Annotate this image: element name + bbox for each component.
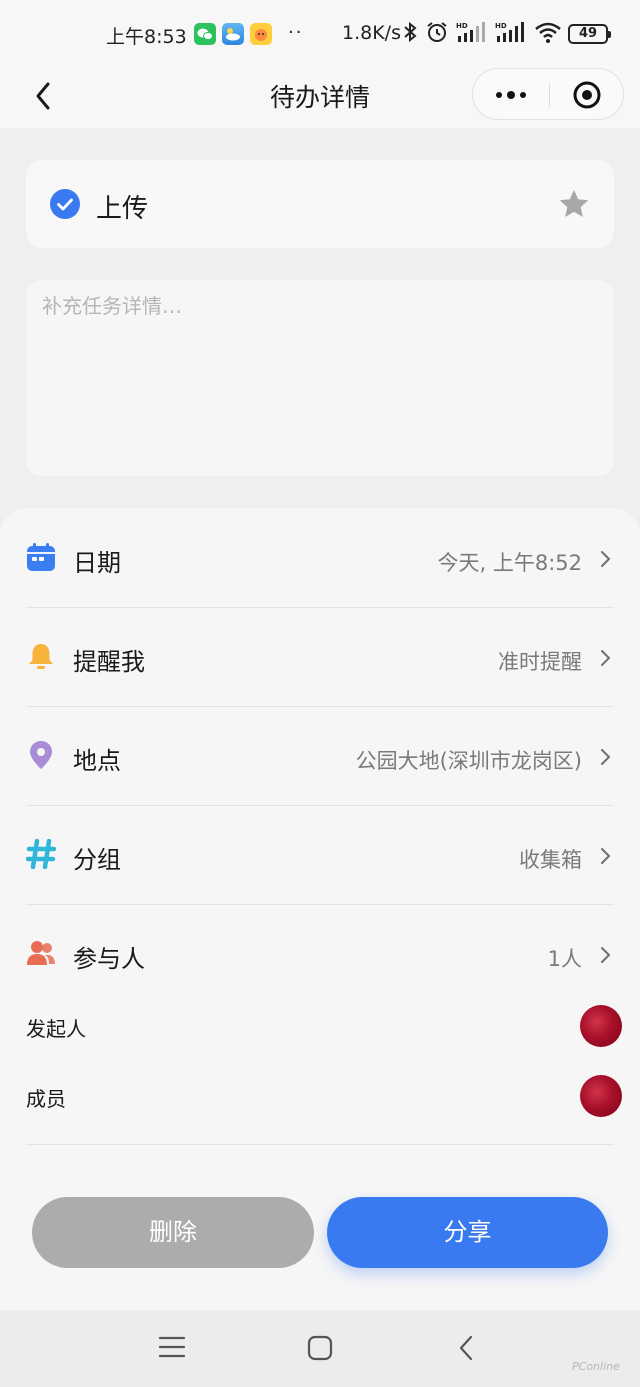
- group-row[interactable]: 分组 收集箱: [26, 806, 614, 905]
- watermark: PConline: [572, 1360, 620, 1373]
- signal-hd-icon: HD: [456, 22, 485, 42]
- check-circle-icon: [50, 189, 80, 219]
- initiator-label: 发起人: [26, 1017, 86, 1041]
- star-icon: [559, 190, 589, 217]
- more-button[interactable]: [491, 82, 531, 108]
- avatar[interactable]: [580, 1075, 622, 1117]
- favorite-button[interactable]: [558, 188, 590, 220]
- avatar[interactable]: [580, 1005, 622, 1047]
- app-notification-icon: [250, 23, 272, 45]
- status-time: 上午8:53: [106, 26, 187, 48]
- chevron-right-icon: [601, 551, 611, 567]
- task-complete-checkbox[interactable]: [50, 189, 80, 219]
- delete-button[interactable]: 删除: [32, 1197, 314, 1268]
- participants-value: 1人: [547, 947, 582, 971]
- status-bar: 上午8:53 ·· 1.8K/s HD HD 49: [0, 0, 640, 64]
- bluetooth-icon: [404, 21, 417, 43]
- location-row[interactable]: 地点 公园大地(深圳市龙岗区): [26, 707, 614, 806]
- mini-program-capsule: [472, 68, 624, 120]
- initiator-row: 发起人: [26, 1001, 622, 1051]
- task-title[interactable]: 上传: [96, 188, 148, 225]
- chevron-right-icon: [601, 650, 611, 666]
- date-row[interactable]: 日期 今天, 上午8:52: [26, 509, 614, 608]
- chevron-right-icon: [601, 749, 611, 765]
- location-label: 地点: [73, 747, 121, 775]
- home-button[interactable]: [306, 1334, 334, 1362]
- calendar-icon: [27, 543, 55, 571]
- bell-icon: [29, 644, 53, 669]
- target-icon: [573, 81, 601, 109]
- chevron-right-icon: [601, 848, 611, 864]
- recent-apps-button[interactable]: [158, 1334, 186, 1360]
- task-card: 上传: [26, 160, 614, 248]
- task-note-input[interactable]: [42, 290, 598, 460]
- capsule-divider: [549, 83, 550, 107]
- reminder-value: 准时提醒: [498, 650, 582, 674]
- location-pin-icon: [30, 741, 52, 769]
- nav-bar: 待办详情: [0, 64, 640, 128]
- share-button[interactable]: 分享: [327, 1197, 608, 1268]
- participants-row[interactable]: 参与人 1人: [26, 905, 614, 1004]
- close-mini-program-button[interactable]: [571, 79, 603, 111]
- system-status-icons: HD HD: [402, 20, 562, 44]
- task-note-box: [26, 280, 614, 476]
- system-back-button[interactable]: [456, 1334, 476, 1362]
- svg-text:HD: HD: [495, 22, 507, 30]
- date-label: 日期: [73, 549, 121, 577]
- battery-indicator: 49: [568, 24, 611, 44]
- participants-label: 参与人: [73, 945, 145, 973]
- group-label: 分组: [73, 846, 121, 874]
- wifi-icon: [535, 22, 561, 43]
- chevron-right-icon: [601, 947, 611, 963]
- svg-text:HD: HD: [456, 22, 468, 30]
- signal-hd-icon: HD: [495, 22, 524, 42]
- wechat-icon: [194, 23, 216, 45]
- date-value: 今天, 上午8:52: [437, 551, 582, 575]
- details-sheet: 日期 今天, 上午8:52 提醒我 准时提醒 地点 公园大地(深圳市龙岗区) 分…: [0, 508, 640, 1310]
- member-row: 成员: [26, 1071, 622, 1121]
- system-navigation-bar: PConline: [0, 1310, 640, 1387]
- reminder-row[interactable]: 提醒我 准时提醒: [26, 608, 614, 707]
- group-value: 收集箱: [519, 848, 582, 872]
- more-notifications: ··: [288, 22, 304, 43]
- notification-icons: [194, 23, 272, 45]
- reminder-label: 提醒我: [73, 648, 145, 676]
- location-value: 公园大地(深圳市龙岗区): [355, 749, 582, 773]
- weather-icon: [222, 23, 244, 45]
- hashtag-icon: [26, 839, 56, 869]
- member-label: 成员: [26, 1087, 66, 1111]
- alarm-icon: [427, 22, 447, 42]
- more-dots-icon: [496, 91, 526, 99]
- users-icon: [27, 941, 55, 965]
- network-speed: 1.8K/s: [342, 22, 401, 44]
- divider: [26, 1144, 614, 1145]
